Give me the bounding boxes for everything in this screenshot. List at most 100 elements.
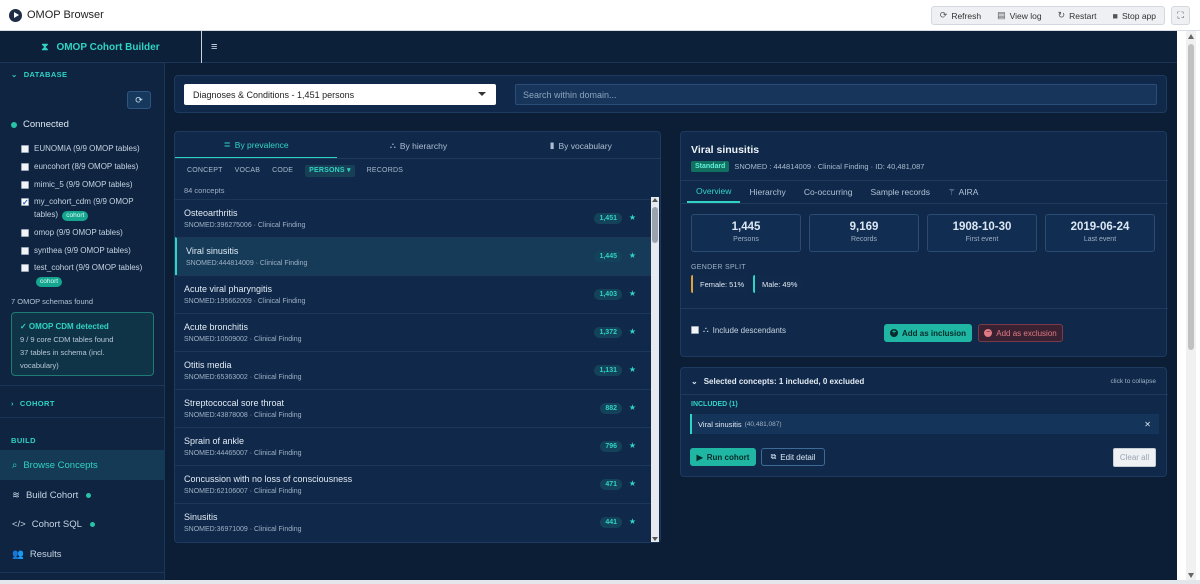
db-option-synthea[interactable]: synthea (9/9 OMOP tables) [21, 244, 131, 257]
checkbox[interactable] [691, 326, 699, 334]
window-title: OMOP Browser [27, 9, 104, 21]
clear-all-button[interactable]: Clear all [1113, 448, 1156, 467]
code-icon: </> [12, 518, 26, 530]
list-item[interactable]: Sprain of ankle SNOMED:44465007 · Clinica… [175, 427, 653, 465]
star-icon[interactable]: ★ [629, 327, 636, 336]
nav-cohort-sql[interactable]: </> Cohort SQL [0, 509, 165, 539]
stat-records: 9,169 Records [809, 214, 919, 252]
page-scrollbar[interactable] [1186, 31, 1196, 584]
concept-detail-panel: Viral sinusitis Standard SNOMED : 4448140… [680, 131, 1168, 357]
tab-aira[interactable]: ⚚ AIRA [939, 181, 987, 203]
selected-header[interactable]: ⌄ Selected concepts: 1 included, 0 exclud… [691, 377, 864, 386]
tab-sample-records[interactable]: Sample records [861, 181, 939, 203]
list-item[interactable]: Acute viral pharyngitis SNOMED:195662009 … [175, 275, 653, 313]
star-icon[interactable]: ★ [629, 213, 636, 222]
refresh-databases-button[interactable]: ⟳ [127, 91, 151, 109]
included-label: INCLUDED (1) [691, 401, 738, 408]
list-item[interactable]: Osteoarthritis SNOMED:396275006 · Clinica… [175, 199, 653, 237]
restart-button[interactable]: ↻ Restart [1050, 7, 1105, 24]
fullscreen-button[interactable]: ⛶ [1171, 6, 1190, 25]
checkbox[interactable] [21, 145, 29, 153]
tab-overview[interactable]: Overview [687, 181, 741, 203]
stat-first-event: 1908-10-30 First event [927, 214, 1037, 252]
menu-toggle-button[interactable]: ≡ [211, 41, 217, 53]
stop-app-button[interactable]: ■ Stop app [1105, 7, 1164, 24]
checkbox[interactable] [21, 247, 29, 255]
cohort-section-header[interactable]: › COHORT [11, 399, 55, 408]
star-icon[interactable]: ★ [629, 403, 636, 412]
chevron-right-icon: › [11, 399, 14, 408]
scroll-down-icon[interactable] [652, 537, 658, 541]
sort-records[interactable]: RECORDS [367, 165, 403, 177]
view-log-button[interactable]: ▤ View log [989, 7, 1050, 24]
nav-build-cohort[interactable]: ≋ Build Cohort [0, 480, 165, 510]
sort-persons[interactable]: PERSONS ▾ [305, 165, 355, 177]
scroll-thumb[interactable] [1188, 44, 1194, 350]
star-icon[interactable]: ★ [629, 251, 636, 260]
db-option-test-cohort[interactable]: test_cohort (9/9 OMOP tables) cohort [21, 261, 142, 287]
tab-by-hierarchy[interactable]: ⛬ By hierarchy [337, 132, 499, 159]
scroll-up-icon[interactable] [652, 198, 658, 202]
list-item-selected[interactable]: Viral sinusitis SNOMED:444814009 · Clinic… [175, 237, 653, 275]
checkbox-checked[interactable] [21, 196, 29, 209]
close-icon[interactable]: ✕ [1144, 420, 1151, 429]
star-icon[interactable]: ★ [629, 441, 636, 450]
sort-code[interactable]: CODE [272, 165, 293, 177]
tab-by-prevalence[interactable]: ≣ By prevalence [175, 132, 338, 159]
star-icon[interactable]: ★ [629, 365, 636, 374]
run-cohort-button[interactable]: ▶ Run cohort [690, 448, 756, 466]
sort-vocab[interactable]: VOCAB [235, 165, 261, 177]
db-option-eunomia[interactable]: EUNOMIA (9/9 OMOP tables) [21, 142, 140, 155]
star-icon[interactable]: ★ [629, 289, 636, 298]
star-icon[interactable]: ★ [629, 479, 636, 488]
tab-co-occurring[interactable]: Co-occurring [795, 181, 862, 203]
stat-last-event: 2019-06-24 Last event [1045, 214, 1155, 252]
tab-hierarchy[interactable]: Hierarchy [740, 181, 794, 203]
divider [681, 308, 1168, 309]
list-item[interactable]: Sinusitis SNOMED:36971009 · Clinical Find… [175, 503, 653, 541]
persons-badge: 882 [600, 403, 622, 414]
book-icon: ▮ [549, 140, 555, 150]
db-option-my-cohort-cdm[interactable]: my_cohort_cdm (9/9 OMOPtables) cohort [21, 195, 134, 221]
domain-search-input[interactable]: Search within domain... [515, 84, 1157, 105]
caret-down-icon [478, 92, 486, 96]
document-icon: ▤ [997, 10, 1006, 20]
list-item[interactable]: Concussion with no loss of consciousness… [175, 465, 653, 503]
sort-concept[interactable]: CONCEPT [187, 165, 223, 177]
star-icon[interactable]: ★ [629, 517, 636, 526]
checkbox[interactable] [21, 264, 29, 272]
search-icon: ⌕ [12, 459, 18, 471]
scroll-down-icon[interactable] [1188, 573, 1194, 578]
add-exclusion-button[interactable]: − Add as exclusion [978, 324, 1063, 342]
collapse-hint[interactable]: click to collapse [1110, 378, 1156, 385]
add-inclusion-button[interactable]: + Add as inclusion [884, 324, 972, 342]
window-header: OMOP Browser ⟳ Refresh ▤ View log ↻ Restart… [0, 0, 1200, 31]
list-item[interactable]: Streptococcal sore throat SNOMED:43878008… [175, 389, 653, 427]
checkbox[interactable] [21, 229, 29, 237]
edit-detail-button[interactable]: ⧉ Edit detail [761, 448, 825, 466]
db-option-euncohort[interactable]: euncohort (8/9 OMOP tables) [21, 160, 138, 173]
nav-results[interactable]: 👥 Results [0, 539, 165, 569]
domain-select[interactable]: Diagnoses & Conditions - 1,451 persons [184, 84, 496, 105]
database-section-header[interactable]: ⌄ DATABASE [11, 70, 67, 79]
top-navbar: ⧗ OMOP Cohort Builder ≡ [0, 31, 1177, 63]
connection-status: Connected [11, 119, 69, 130]
list-item[interactable]: Acute bronchitis SNOMED:10509002 · Clinic… [175, 313, 653, 351]
checkbox[interactable] [21, 163, 29, 171]
db-option-omop[interactable]: omop (9/9 OMOP tables) [21, 226, 123, 239]
include-descendants[interactable]: ⛬ Include descendants [691, 325, 786, 335]
list-scrollbar[interactable] [651, 197, 659, 542]
db-option-mimic[interactable]: mimic_5 (9/9 OMOP tables) [21, 178, 133, 191]
persons-badge: 471 [600, 479, 622, 490]
nav-browse-concepts[interactable]: ⌕ Browse Concepts [0, 450, 165, 480]
checkbox[interactable] [21, 181, 29, 189]
divider [175, 158, 660, 159]
divider [681, 394, 1168, 395]
refresh-button[interactable]: ⟳ Refresh [932, 7, 989, 24]
list-item[interactable]: Otitis media SNOMED:65363002 · Clinical F… [175, 351, 653, 389]
gutter [1177, 31, 1186, 584]
scroll-up-icon[interactable] [1188, 34, 1194, 39]
tab-by-vocabulary[interactable]: ▮ By vocabulary [500, 132, 660, 159]
scroll-thumb[interactable] [652, 207, 658, 243]
bar-chart-icon: ≣ [223, 139, 231, 149]
